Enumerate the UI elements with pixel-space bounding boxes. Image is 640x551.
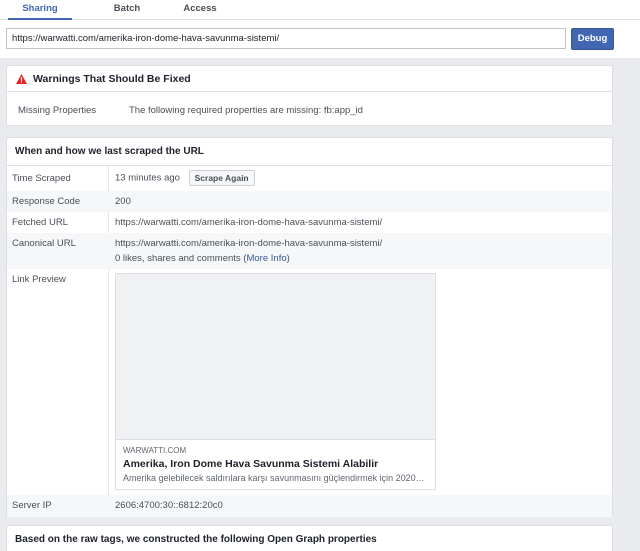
- time-scraped-label: Time Scraped: [12, 173, 71, 184]
- missing-properties-label: Missing Properties: [18, 105, 97, 116]
- response-code-row: Response Code 200: [7, 191, 612, 212]
- link-preview-label: Link Preview: [12, 274, 66, 285]
- warnings-card: Warnings That Should Be Fixed Missing Pr…: [6, 65, 613, 126]
- open-graph-card: Based on the raw tags, we constructed th…: [6, 525, 613, 551]
- scrape-again-button[interactable]: Scrape Again: [188, 170, 255, 186]
- scrape-card: When and how we last scraped the URL Tim…: [6, 137, 613, 517]
- canonical-url-label: Canonical URL: [12, 238, 76, 249]
- warning-icon: [16, 74, 27, 84]
- link-preview-card[interactable]: WARWATTI.COM Amerika, Iron Dome Hava Sav…: [115, 273, 436, 490]
- url-input[interactable]: [6, 28, 566, 49]
- canonical-url-row: Canonical URL https://warwatti.com/ameri…: [7, 233, 612, 269]
- preview-title: Amerika, Iron Dome Hava Savunma Sistemi …: [123, 458, 379, 470]
- engagement-close: ): [286, 253, 290, 264]
- tab-sharing-debugger[interactable]: Sharing Debugger: [8, 0, 72, 31]
- preview-domain: WARWATTI.COM: [123, 446, 187, 455]
- warnings-title: Warnings That Should Be Fixed: [33, 73, 191, 85]
- warnings-header: Warnings That Should Be Fixed: [7, 66, 612, 92]
- tab-bar: Sharing Debugger Batch Invalidator Acces…: [0, 0, 640, 31]
- tab-batch-invalidator[interactable]: Batch Invalidator: [94, 0, 160, 31]
- canonical-url-link[interactable]: https://warwatti.com/amerika-iron-dome-h…: [115, 238, 382, 249]
- engagement-line: 0 likes, shares and comments (More Info): [115, 253, 290, 264]
- response-code-label: Response Code: [12, 196, 81, 207]
- fetched-url-row: Fetched URL https://warwatti.com/amerika…: [7, 212, 612, 233]
- server-ip-label: Server IP: [12, 500, 52, 511]
- time-scraped-row: Time Scraped 13 minutes ago Scrape Again: [7, 166, 612, 191]
- time-scraped-value: 13 minutes ago: [115, 172, 180, 184]
- preview-image: [116, 274, 435, 440]
- fetched-url-link[interactable]: https://warwatti.com/amerika-iron-dome-h…: [115, 217, 382, 228]
- preview-description: Amerika gelebilecek saldırılara karşı sa…: [123, 473, 425, 483]
- debug-button[interactable]: Debug: [571, 28, 614, 50]
- scrape-header: When and how we last scraped the URL: [7, 138, 612, 166]
- url-bar: Debug: [0, 20, 640, 58]
- more-info-link[interactable]: More Info: [246, 253, 286, 264]
- server-ip-row: Server IP 2606:4700:30::6812:20c0: [7, 495, 612, 517]
- open-graph-title: Based on the raw tags, we constructed th…: [15, 534, 377, 545]
- engagement-text: 0 likes, shares and comments (: [115, 253, 247, 264]
- missing-properties-text: The following required properties are mi…: [129, 105, 363, 116]
- server-ip-value: 2606:4700:30::6812:20c0: [115, 500, 223, 511]
- fetched-url-label: Fetched URL: [12, 217, 68, 228]
- time-scraped-value-wrap: 13 minutes ago Scrape Again: [115, 170, 255, 187]
- response-code-value: 200: [115, 196, 131, 207]
- tab-access-token[interactable]: Access Token: [172, 0, 228, 31]
